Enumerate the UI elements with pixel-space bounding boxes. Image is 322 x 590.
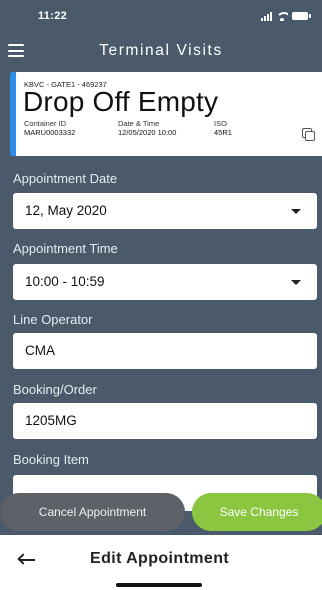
bottom-bar-title: Edit Appointment	[90, 550, 230, 567]
booking-order-input[interactable]: 1205MG	[13, 403, 317, 439]
status-bar: 11:22	[0, 0, 322, 30]
appointment-time-value: 10:00 - 10:59	[25, 274, 105, 289]
app-header: Terminal Visits	[0, 38, 322, 66]
chevron-down-icon	[291, 209, 301, 214]
visit-card: KBVC - GATE1 - 469237 Drop Off Empty Con…	[10, 72, 322, 156]
battery-icon	[292, 12, 311, 20]
page-title: Terminal Visits	[99, 42, 223, 59]
iso-value: 45R1	[214, 127, 232, 137]
appointment-time-select[interactable]: 10:00 - 10:59	[13, 264, 317, 300]
back-arrow-icon[interactable]	[17, 552, 36, 568]
home-indicator	[116, 583, 202, 587]
container-id-value: MARU0003332	[24, 127, 76, 137]
booking-order-label: Booking/Order	[13, 382, 97, 397]
signal-icon	[261, 11, 272, 21]
chevron-down-icon	[291, 280, 301, 285]
line-operator-value: CMA	[25, 343, 55, 358]
app-screen: 11:22 Terminal Visits KBVC - GATE1 - 469…	[0, 0, 322, 535]
line-operator-label: Line Operator	[13, 312, 93, 327]
line-operator-input[interactable]: CMA	[13, 333, 317, 369]
date-time-field: Date & Time 12/05/2020 10:00	[118, 119, 177, 138]
wifi-icon	[276, 11, 288, 21]
bottom-nav-bar: Edit Appointment	[0, 535, 322, 590]
cancel-appointment-button[interactable]: Cancel Appointment	[0, 493, 185, 531]
save-changes-button[interactable]: Save Changes	[192, 493, 322, 531]
visit-type: Drop Off Empty	[23, 86, 219, 117]
container-id-field: Container ID MARU0003332	[24, 119, 76, 138]
status-time: 11:22	[38, 10, 68, 22]
booking-item-label: Booking Item	[13, 452, 89, 467]
appointment-date-label: Appointment Date	[13, 171, 118, 186]
appointment-time-label: Appointment Time	[13, 241, 118, 256]
appointment-date-value: 12, May 2020	[25, 203, 107, 218]
copy-icon[interactable]	[302, 128, 316, 142]
date-time-value: 12/05/2020 10:00	[118, 127, 177, 137]
booking-order-value: 1205MG	[25, 413, 77, 428]
iso-field: ISO 45R1	[214, 119, 232, 138]
status-icons	[261, 10, 311, 22]
appointment-date-select[interactable]: 12, May 2020	[13, 193, 317, 229]
